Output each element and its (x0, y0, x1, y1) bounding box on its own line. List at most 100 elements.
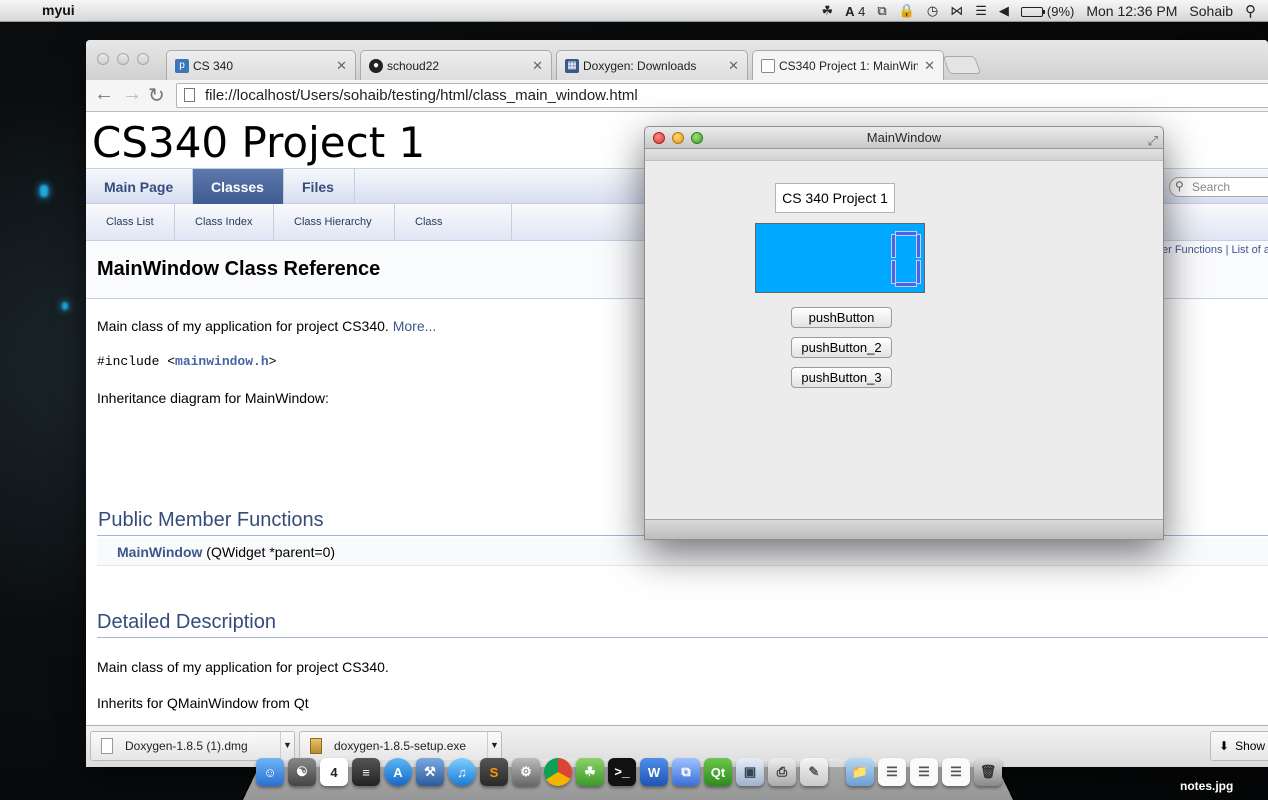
bluetooth-icon[interactable]: ⋈ (950, 3, 963, 19)
download-filename: Doxygen-1.8.5 (1).dmg (125, 739, 248, 753)
download-item[interactable]: doxygen-1.8.5-setup.exe ▼ (299, 731, 502, 761)
qt-status-bar (645, 519, 1163, 539)
tab-files[interactable]: Files (284, 169, 355, 205)
download-item[interactable]: Doxygen-1.8.5 (1).dmg ▼ (90, 731, 295, 761)
inherits-text: Inherits for QMainWindow from Qt (97, 695, 309, 711)
push-button-2[interactable]: pushButton_2 (791, 337, 892, 358)
tab-class-list[interactable]: Class List (86, 204, 175, 241)
browser-toolbar: ← → ↻ file://localhost/Users/sohaib/test… (86, 80, 1268, 112)
desktop-file-label[interactable]: notes.jpg (1180, 779, 1233, 793)
push-button-1[interactable]: pushButton (791, 307, 892, 328)
adobe-count: 4 (858, 3, 866, 19)
system-preferences-icon[interactable]: ⚙ (512, 758, 540, 786)
clock[interactable]: Mon 12:36 PM (1086, 3, 1177, 19)
tab-class-members[interactable]: Class Members (395, 204, 512, 264)
include-prefix: #include < (97, 354, 176, 369)
browser-tab-github[interactable]: ● schoud22 ✕ (360, 50, 552, 80)
wifi-icon[interactable]: ☰ (975, 3, 987, 19)
close-window-button[interactable] (97, 53, 109, 65)
reload-icon[interactable]: ↻ (148, 83, 165, 108)
menu-bar: myui ☘ A 4 ⧉ 🔒 ◷ ⋈ ☰ ◀ (9%) Mon 12:36 PM… (0, 0, 1268, 22)
calendar-icon[interactable]: 4 (320, 758, 348, 786)
zoom-window-button[interactable] (691, 132, 703, 144)
close-window-button[interactable] (653, 132, 665, 144)
include-file-link[interactable]: mainwindow.h (175, 354, 269, 369)
close-tab-icon[interactable]: ✕ (532, 58, 543, 74)
search-placeholder: Search (1192, 180, 1231, 194)
tab-class-index[interactable]: Class Index (175, 204, 274, 241)
printer-icon[interactable]: ⎙ (768, 758, 796, 786)
script-editor-icon[interactable]: ✎ (800, 758, 828, 786)
battery-icon (1020, 7, 1045, 18)
volume-icon[interactable]: ◀ (999, 3, 1009, 19)
section-public-member-functions: Public Member Functions (98, 509, 324, 531)
new-tab-button[interactable] (942, 56, 982, 74)
lcd-segment (891, 234, 896, 258)
lcd-segment (895, 282, 917, 287)
document-stack-icon[interactable]: ☰ (878, 758, 906, 786)
address-bar[interactable]: file://localhost/Users/sohaib/testing/ht… (176, 83, 1268, 108)
battery-status[interactable]: (9%) (1020, 3, 1075, 19)
minimize-window-button[interactable] (672, 132, 684, 144)
itunes-icon[interactable]: ♫ (448, 758, 476, 786)
close-tab-icon[interactable]: ✕ (728, 58, 739, 74)
qt-title-bar[interactable]: MainWindow ⤢ (645, 127, 1163, 149)
back-arrow-icon[interactable]: ← (94, 83, 114, 106)
tab-classes[interactable]: Classes (193, 169, 284, 205)
section-detailed-description: Detailed Description (97, 611, 276, 633)
spotlight-search-icon[interactable]: ⚲ (1245, 2, 1256, 20)
word-icon[interactable]: W (640, 758, 668, 786)
trash-icon[interactable]: 🗑 (974, 758, 1002, 786)
activity-monitor-icon[interactable]: ≡ (352, 758, 380, 786)
browser-tab-project[interactable]: CS340 Project 1: MainWind ✕ (752, 50, 944, 80)
preview-icon[interactable]: ▣ (736, 758, 764, 786)
project-title: CS340 Project 1 (92, 118, 426, 167)
xcode-icon[interactable]: ⚒ (416, 758, 444, 786)
time-machine-icon[interactable]: ◷ (927, 3, 938, 19)
tab-main-page[interactable]: Main Page (86, 169, 193, 205)
calendar-day: 4 (330, 764, 338, 780)
launchpad-icon[interactable]: ☯ (288, 758, 316, 786)
user-menu[interactable]: Sohaib (1189, 3, 1233, 19)
minimize-window-button[interactable] (117, 53, 129, 65)
document-stack-icon[interactable]: ☰ (942, 758, 970, 786)
tab-class-hierarchy[interactable]: Class Hierarchy (274, 204, 395, 241)
show-all-downloads-button[interactable]: ⬇ Show (1210, 731, 1268, 761)
window-menu-icon[interactable]: ⧉ (877, 3, 886, 19)
summary-links[interactable]: er Functions | List of a (1162, 244, 1268, 256)
dmg-file-icon (101, 738, 113, 754)
search-input[interactable]: ⚲ Search (1169, 177, 1268, 197)
close-tab-icon[interactable]: ✕ (924, 58, 935, 74)
chrome-icon[interactable] (544, 758, 572, 786)
member-link[interactable]: MainWindow (117, 544, 202, 560)
browser-tab-doxygen-downloads[interactable]: ▦ Doxygen: Downloads ✕ (556, 50, 748, 80)
piazza-icon: p (175, 58, 189, 73)
app-store-icon[interactable]: A (384, 758, 412, 786)
terminal-icon[interactable]: >_ (608, 758, 636, 786)
download-menu-arrow-icon[interactable]: ▼ (487, 732, 501, 760)
document-stack-icon[interactable]: ☰ (910, 758, 938, 786)
documents-folder-icon[interactable]: 📁 (846, 758, 874, 786)
push-button-3[interactable]: pushButton_3 (791, 367, 892, 388)
app-menu[interactable]: myui (42, 2, 75, 18)
more-link[interactable]: More... (393, 318, 437, 334)
qt-creator-icon[interactable]: Qt (704, 758, 732, 786)
lock-menu-icon[interactable]: 🔒 (899, 3, 915, 19)
battery-percent: (9%) (1046, 3, 1075, 19)
finder-icon[interactable]: ☺ (256, 758, 284, 786)
adobe-menu-icon[interactable]: A 4 (845, 4, 865, 19)
evernote-menu-icon[interactable]: ☘ (822, 3, 834, 19)
download-filename: doxygen-1.8.5-setup.exe (334, 739, 467, 753)
virtualbox-icon[interactable]: ⧉ (672, 758, 700, 786)
browser-tab-cs340[interactable]: p CS 340 ✕ (166, 50, 356, 80)
download-menu-arrow-icon[interactable]: ▼ (280, 732, 294, 760)
qt-window-title: MainWindow (866, 130, 942, 145)
page-title: MainWindow Class Reference (97, 258, 381, 280)
close-tab-icon[interactable]: ✕ (336, 58, 347, 74)
forward-arrow-icon[interactable]: → (122, 83, 142, 106)
page-icon (761, 58, 775, 73)
sublime-text-icon[interactable]: S (480, 758, 508, 786)
lcd-segment (895, 231, 917, 236)
zoom-window-button[interactable] (137, 53, 149, 65)
evernote-icon[interactable]: ☘ (576, 758, 604, 786)
